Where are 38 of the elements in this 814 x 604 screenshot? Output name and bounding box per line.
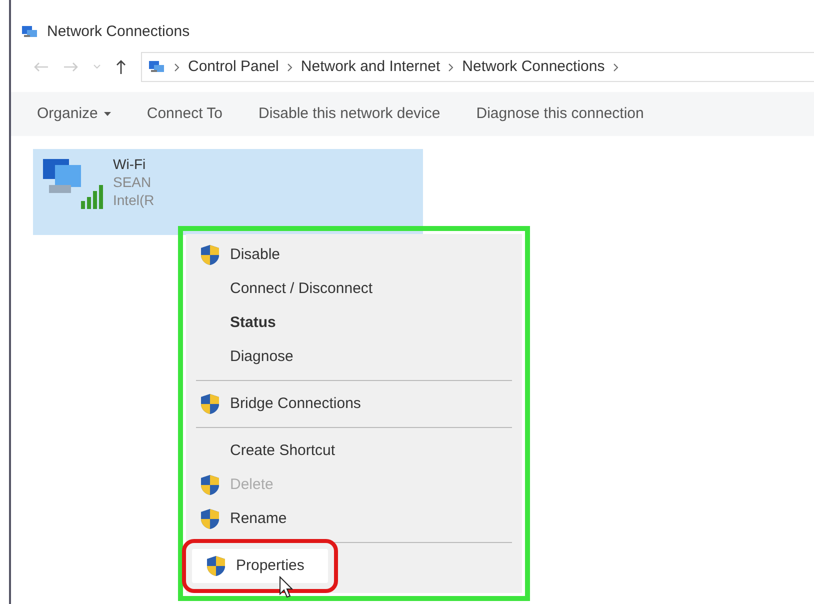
up-arrow-icon[interactable]	[115, 59, 127, 75]
toolbar-button[interactable]: Disable this network device	[258, 102, 440, 126]
menu-item[interactable]: Create Shortcut	[186, 434, 522, 468]
shield-icon	[200, 393, 220, 415]
dropdown-caret-icon	[104, 112, 111, 116]
mouse-pointer-icon	[279, 576, 293, 598]
chevron-right-icon	[174, 62, 180, 72]
network-name: SEAN	[113, 173, 152, 191]
address-bar[interactable]: Control Panel Network and Internet Network Connections	[141, 52, 814, 82]
forward-arrow-icon[interactable]	[63, 61, 79, 73]
connection-name: Wi-Fi	[113, 155, 147, 173]
chevron-right-icon	[448, 62, 454, 72]
dropdown-caret-icon[interactable]	[93, 64, 101, 70]
toolbar-button[interactable]: Connect To	[146, 102, 222, 126]
shield-icon	[200, 474, 220, 496]
menu-item[interactable]: Connect / Disconnect	[186, 272, 522, 306]
toolbar-button[interactable]: Diagnose this connection	[476, 102, 644, 126]
menu-item[interactable]: Disable	[186, 238, 522, 272]
network-icon	[148, 59, 166, 75]
menu-item[interactable]: Properties	[192, 549, 328, 583]
breadcrumb[interactable]: Network and Internet	[300, 56, 440, 78]
menu-item[interactable]: Bridge Connections	[186, 387, 522, 421]
breadcrumb[interactable]: Network Connections	[462, 56, 605, 78]
network-icon	[21, 24, 39, 40]
breadcrumb[interactable]: Control Panel	[188, 56, 279, 78]
menu-item[interactable]: Diagnose	[186, 340, 522, 374]
connection-item[interactable]: Wi-Fi SEAN Intel(R	[33, 149, 423, 235]
toolbar-button[interactable]: Organize	[37, 102, 111, 126]
chevron-right-icon	[612, 62, 619, 72]
window-title: Network Connections	[47, 22, 190, 42]
chevron-right-icon	[286, 62, 293, 72]
menu-item[interactable]: Status	[186, 306, 522, 340]
shield-icon	[206, 555, 226, 577]
shield-icon	[200, 508, 220, 530]
menu-item[interactable]: Rename	[186, 502, 522, 536]
shield-icon	[200, 244, 220, 266]
adapter-name: Intel(R	[113, 191, 154, 209]
back-arrow-icon[interactable]	[33, 61, 49, 73]
